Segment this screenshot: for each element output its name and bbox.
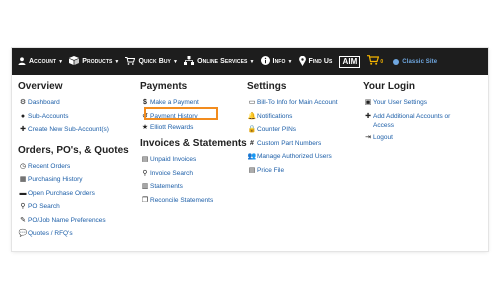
- po-job-name-preferences-link[interactable]: ✎ PO/Job Name Preferences: [18, 214, 129, 228]
- classic-site-label: Classic Site: [402, 58, 438, 65]
- account-menu-panel: Account ▼ Products ▼ Quick Buy ▼ Online …: [12, 48, 488, 251]
- manage-authorized-users-link[interactable]: 👥 Manage Authorized Users: [247, 150, 338, 164]
- overview-heading: Overview: [18, 81, 63, 92]
- custom-part-numbers-link[interactable]: # Custom Part Numbers: [247, 137, 338, 151]
- caret-down-icon: ▼: [58, 58, 64, 65]
- nav-account-label: Account: [29, 58, 57, 65]
- user-settings-icon: ▣: [364, 99, 372, 106]
- bill-to-info-link[interactable]: ▭ Bill-To Info for Main Account: [247, 96, 338, 110]
- header-cart-button[interactable]: 0: [367, 55, 383, 68]
- payment-history-link[interactable]: ↺ Payment History: [140, 110, 247, 124]
- nav-online-services-label: Online Services: [197, 58, 248, 65]
- nav-quick-buy-label: Quick Buy: [138, 58, 171, 65]
- invoices-heading: Invoices & Statements: [140, 138, 247, 149]
- shopping-cart-icon: [367, 55, 380, 68]
- counter-pins-link[interactable]: 🔒 Counter PINs: [247, 123, 338, 137]
- clock-icon: ◷: [19, 162, 27, 170]
- address-card-icon: ▭: [248, 99, 256, 106]
- price-file-link[interactable]: ▤ Price File: [247, 164, 338, 178]
- file-icon: ▤: [141, 156, 149, 163]
- map-marker-icon: [298, 55, 306, 68]
- logout-link[interactable]: ⇥ Logout: [363, 131, 463, 145]
- folder-open-icon: ▬: [19, 189, 27, 197]
- nav-products-label: Products: [82, 58, 113, 65]
- orders-heading: Orders, PO's, & Quotes: [18, 144, 129, 156]
- document-icon: ▥: [141, 183, 149, 190]
- login-heading: Your Login: [363, 81, 416, 92]
- settings-column: Settings ▭ Bill-To Info for Main Account …: [247, 81, 338, 177]
- elliott-rewards-link[interactable]: ★ Elliott Rewards: [140, 123, 247, 132]
- bell-icon: 🔔: [247, 112, 257, 120]
- add-user-icon: ✚: [365, 112, 371, 120]
- overview-column: Overview ⚙ Dashboard ● Sub-Accounts ✚ Creat…: [18, 81, 129, 241]
- sign-out-icon: ⇥: [365, 133, 371, 141]
- user-icon: [18, 56, 26, 67]
- user-icon: ●: [20, 112, 26, 120]
- history-icon: ↺: [142, 112, 148, 120]
- sub-accounts-link[interactable]: ● Sub-Accounts: [18, 110, 129, 124]
- nav-find-us-label: Find Us: [308, 58, 333, 65]
- nav-account[interactable]: Account ▼: [18, 56, 64, 67]
- nav-info[interactable]: Info ▼: [260, 56, 293, 67]
- sitemap-icon: [184, 56, 195, 67]
- recent-orders-link[interactable]: ◷ Recent Orders: [18, 160, 129, 174]
- invoice-search-link[interactable]: ⚲ Invoice Search: [140, 167, 247, 181]
- add-user-icon: ✚: [20, 126, 26, 133]
- nav-online-services[interactable]: Online Services ▼: [184, 56, 254, 67]
- calendar-icon: ▦: [19, 176, 27, 183]
- top-navbar: Account ▼ Products ▼ Quick Buy ▼ Online …: [12, 48, 488, 75]
- notifications-link[interactable]: 🔔 Notifications: [247, 110, 338, 124]
- user-settings-link[interactable]: ▣ Your User Settings: [363, 96, 463, 110]
- info-icon: [260, 56, 270, 67]
- nav-products[interactable]: Products ▼: [69, 56, 119, 67]
- chat-bubbles-icon: 💬: [18, 230, 28, 237]
- dashboard-link[interactable]: ⚙ Dashboard: [18, 96, 129, 110]
- copy-icon: ❐: [141, 196, 149, 204]
- unpaid-invoices-link[interactable]: ▤ Unpaid Invoices: [140, 153, 247, 167]
- caret-down-icon: ▼: [173, 58, 179, 65]
- quotes-rfqs-link[interactable]: 💬 Quotes / RFQ's: [18, 227, 129, 241]
- classic-site-link[interactable]: Classic Site: [393, 58, 438, 65]
- open-purchase-orders-link[interactable]: ▬ Open Purchase Orders: [18, 187, 129, 201]
- file-icon: ▤: [248, 166, 256, 174]
- dollar-icon: $: [143, 99, 147, 106]
- rewards-icon: ★: [141, 124, 149, 131]
- purchasing-history-link[interactable]: ▦ Purchasing History: [18, 173, 129, 187]
- nav-quick-buy[interactable]: Quick Buy ▼: [125, 56, 179, 67]
- statements-link[interactable]: ▥ Statements: [140, 180, 247, 194]
- caret-down-icon: ▼: [114, 58, 120, 65]
- nav-find-us[interactable]: Find Us: [298, 55, 333, 68]
- create-sub-account-link[interactable]: ✚ Create New Sub-Account(s): [18, 123, 129, 137]
- caret-down-icon: ▼: [249, 58, 255, 65]
- search-icon: ⚲: [142, 169, 148, 177]
- po-search-link[interactable]: ⚲ PO Search: [18, 200, 129, 214]
- pushpin-icon: ✎: [20, 216, 26, 224]
- payments-heading: Payments: [140, 81, 188, 92]
- nav-info-label: Info: [272, 58, 286, 65]
- payments-column: Payments $ Make a Payment ↺ Payment Histor…: [140, 81, 247, 207]
- search-icon: ⚲: [20, 203, 26, 210]
- caret-down-icon: ▼: [287, 58, 293, 65]
- classic-site-icon: [393, 58, 400, 65]
- add-accounts-link[interactable]: ✚ Add Additional Accounts or Access: [363, 110, 463, 130]
- aim-logo-button[interactable]: AIM: [339, 55, 361, 68]
- reconcile-statements-link[interactable]: ❐ Reconcile Statements: [140, 194, 247, 208]
- box-icon: [69, 56, 80, 67]
- login-column: Your Login ▣ Your User Settings ✚ Add Addi…: [363, 81, 463, 144]
- lock-icon: 🔒: [247, 126, 257, 133]
- make-payment-link[interactable]: $ Make a Payment: [140, 96, 247, 110]
- cart-icon: [125, 56, 136, 67]
- cart-count: 0: [380, 58, 384, 65]
- users-icon: 👥: [247, 153, 257, 160]
- settings-heading: Settings: [247, 81, 287, 92]
- hashtag-icon: #: [250, 139, 254, 147]
- dashboard-icon: ⚙: [19, 99, 27, 106]
